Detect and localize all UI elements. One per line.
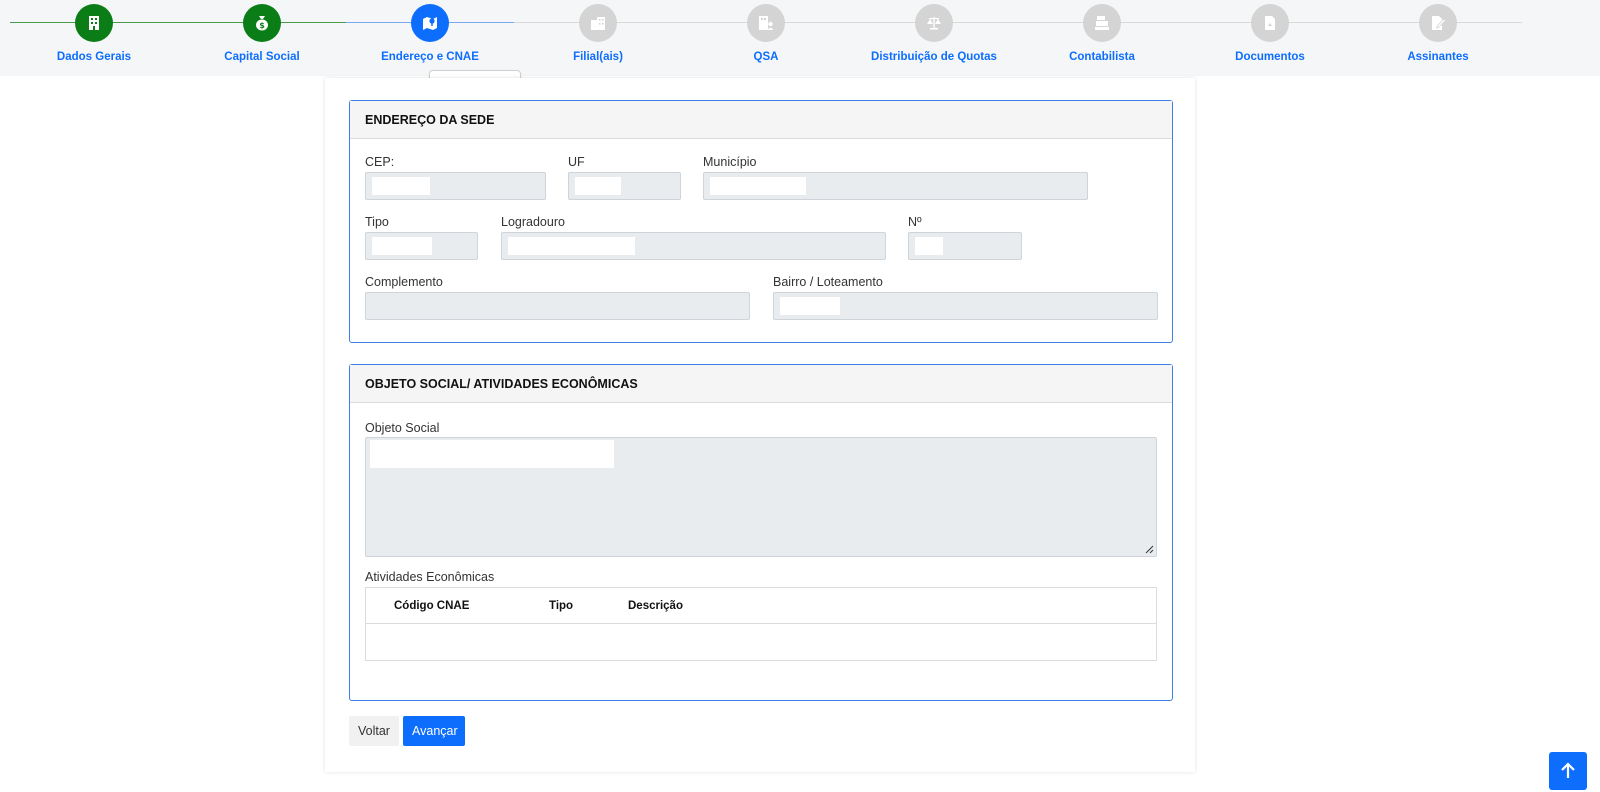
- column-header: Descrição: [628, 600, 683, 612]
- file-icon: [1251, 4, 1289, 42]
- step-label: Filial(ais): [573, 51, 623, 63]
- cep-label: CEP:: [365, 155, 395, 169]
- step-label: Endereço e CNAE: [381, 51, 479, 63]
- atividades-label: Atividades Econômicas: [365, 570, 495, 584]
- objeto-social-textarea[interactable]: [365, 437, 1157, 557]
- section-title: ENDEREÇO DA SEDE: [350, 101, 1172, 139]
- step-label: Capital Social: [224, 51, 300, 63]
- step-assinantes[interactable]: Assinantes: [1354, 4, 1522, 74]
- activities-section: OBJETO SOCIAL/ ATIVIDADES ECONÔMICAS Obj…: [349, 364, 1173, 701]
- step-distribuicao-quotas[interactable]: Distribuição de Quotas: [850, 4, 1018, 74]
- objeto-social-label: Objeto Social: [365, 421, 440, 435]
- svg-text:$: $: [259, 21, 265, 30]
- step-label: Assinantes: [1407, 51, 1469, 63]
- activities-table: Código CNAE Tipo Descrição: [365, 587, 1157, 661]
- tipo-field[interactable]: [365, 232, 478, 260]
- step-dados-gerais[interactable]: Dados Gerais: [10, 4, 178, 74]
- complemento-label: Complemento: [365, 275, 443, 289]
- step-contabilista[interactable]: Contabilista: [1018, 4, 1186, 74]
- form-card: ENDEREÇO DA SEDE CEP: UF Município Tipo …: [325, 78, 1195, 772]
- step-filiais[interactable]: Filial(ais): [514, 4, 682, 74]
- signature-icon: [1419, 4, 1457, 42]
- municipio-label: Município: [703, 155, 757, 169]
- logradouro-field[interactable]: [501, 232, 886, 260]
- building-icon: [75, 4, 113, 42]
- step-label: Documentos: [1235, 51, 1305, 63]
- back-button[interactable]: Voltar: [349, 716, 399, 746]
- step-documentos[interactable]: Documentos: [1186, 4, 1354, 74]
- step-label: Dados Gerais: [56, 51, 132, 63]
- map-pin-icon: [411, 4, 449, 42]
- cep-field[interactable]: [365, 172, 546, 200]
- step-label: Distribuição de Quotas: [871, 51, 997, 63]
- complemento-field[interactable]: [365, 292, 750, 320]
- column-header: Tipo: [549, 600, 574, 612]
- numero-label: Nº: [908, 215, 922, 229]
- step-capital-social[interactable]: $ Capital Social: [178, 4, 346, 74]
- arrow-up-icon: [1561, 762, 1575, 778]
- scroll-to-top-button[interactable]: [1549, 752, 1587, 790]
- progress-stepper: Dados Gerais $ Capital Social Endereço e…: [0, 0, 1600, 76]
- resize-handle-icon[interactable]: [1145, 545, 1154, 554]
- bairro-label: Bairro / Loteamento: [773, 275, 883, 289]
- section-title: OBJETO SOCIAL/ ATIVIDADES ECONÔMICAS: [350, 365, 1172, 403]
- cash-register-icon: [1083, 4, 1121, 42]
- uf-field[interactable]: [568, 172, 681, 200]
- step-qsa[interactable]: QSA: [682, 4, 850, 74]
- step-label: Contabilista: [1069, 51, 1135, 63]
- municipio-field[interactable]: [703, 172, 1088, 200]
- city-icon: [579, 4, 617, 42]
- money-bag-icon: $: [243, 4, 281, 42]
- building-user-icon: [747, 4, 785, 42]
- uf-label: UF: [568, 155, 585, 169]
- column-header: Código CNAE: [394, 600, 470, 612]
- scale-icon: [915, 4, 953, 42]
- next-button[interactable]: Avançar: [403, 716, 465, 746]
- numero-field[interactable]: [908, 232, 1022, 260]
- address-section: ENDEREÇO DA SEDE CEP: UF Município Tipo …: [349, 100, 1173, 343]
- step-label: QSA: [753, 51, 779, 63]
- bairro-field[interactable]: [773, 292, 1158, 320]
- step-endereco-cnae[interactable]: Endereço e CNAE: [346, 4, 514, 74]
- logradouro-label: Logradouro: [501, 215, 565, 229]
- tipo-label: Tipo: [365, 215, 389, 229]
